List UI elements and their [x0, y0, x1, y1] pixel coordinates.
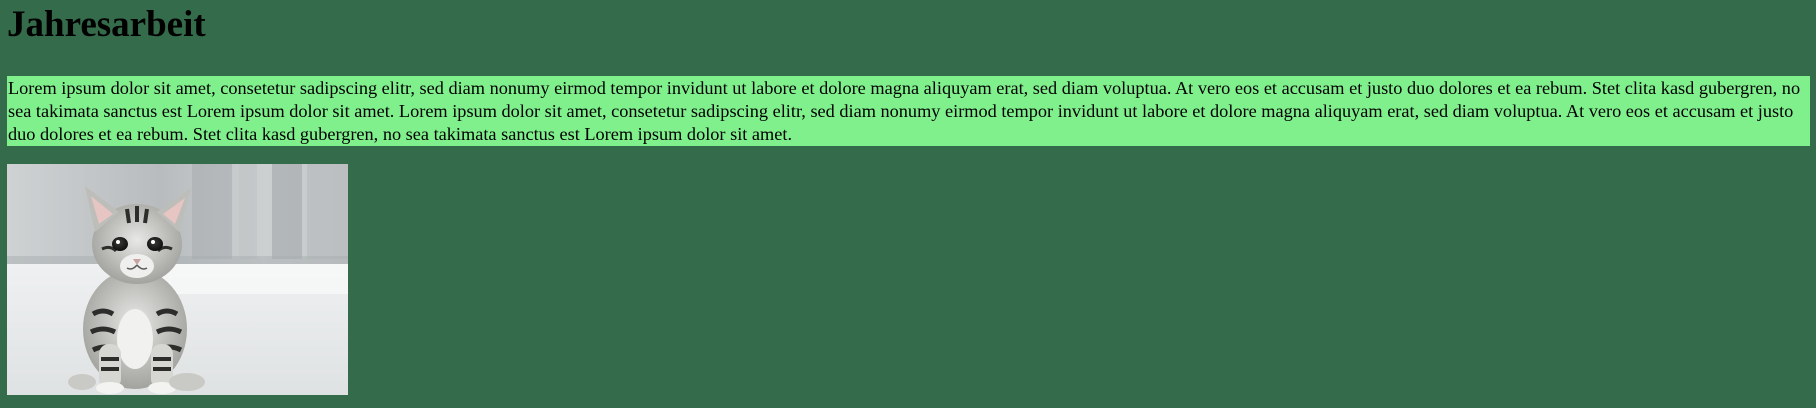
kitten-image [7, 164, 348, 395]
kitten-photo-icon [7, 164, 348, 395]
page: Jahresarbeit Lorem ipsum dolor sit amet,… [0, 0, 1816, 408]
intro-paragraph: Lorem ipsum dolor sit amet, consetetur s… [7, 76, 1810, 146]
page-title: Jahresarbeit [7, 4, 206, 45]
